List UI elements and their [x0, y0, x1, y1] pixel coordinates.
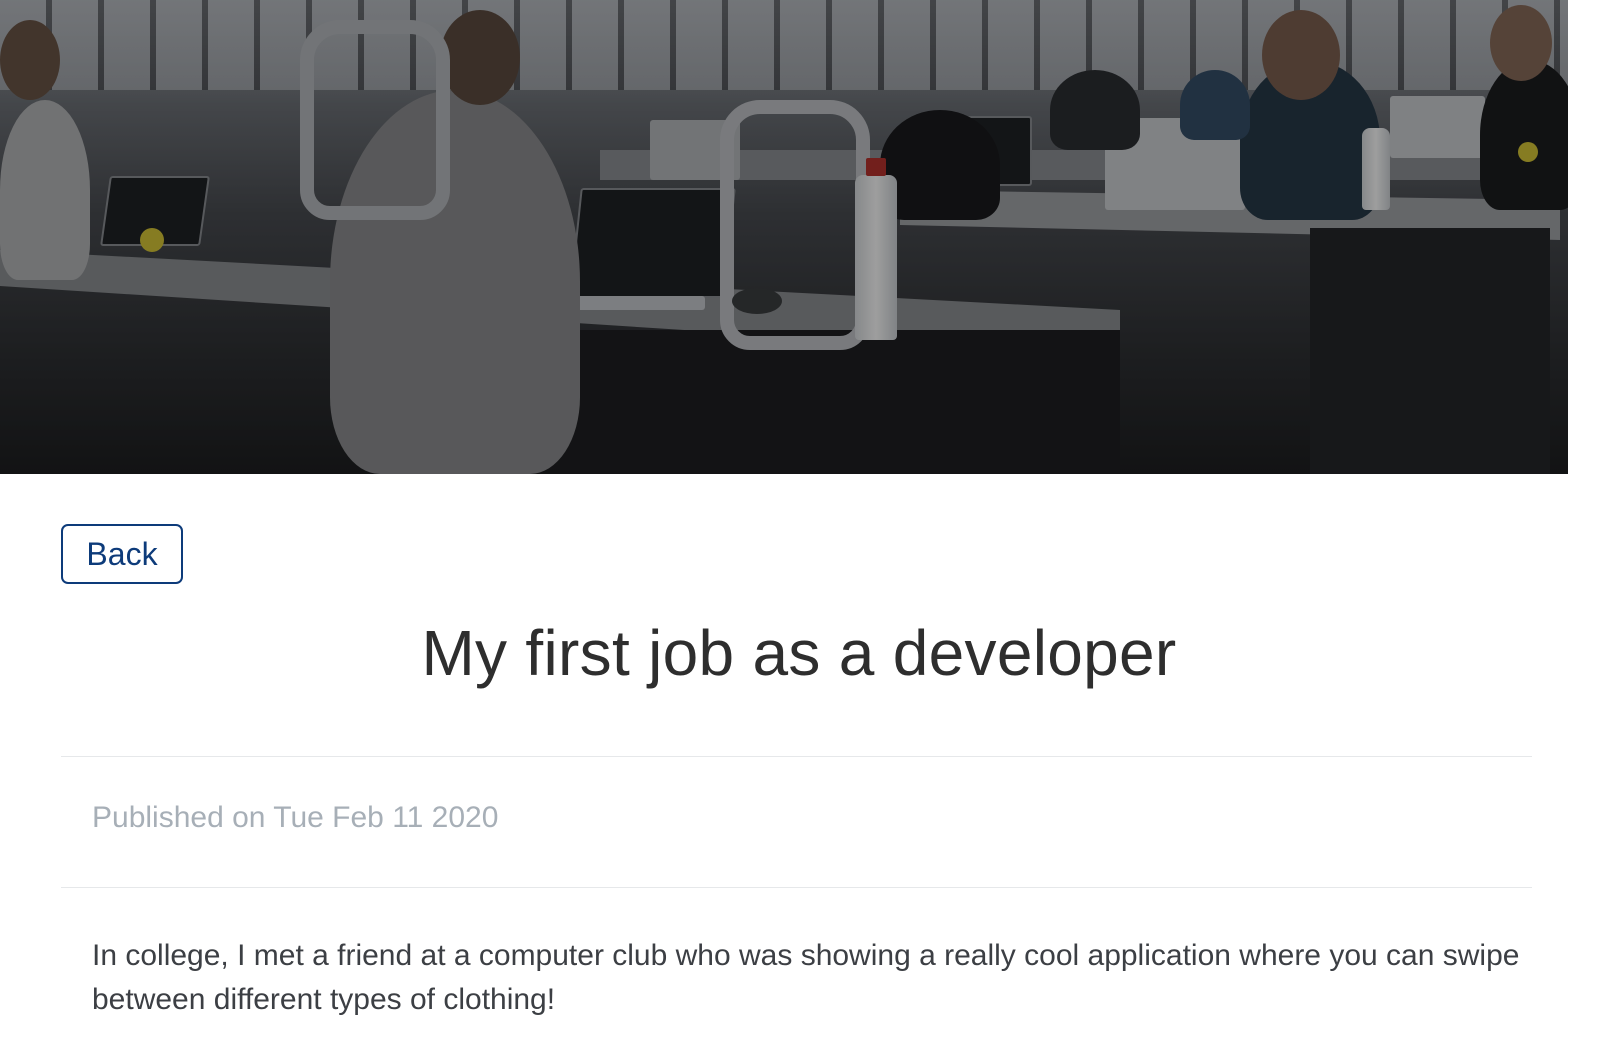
back-button[interactable]: Back [61, 524, 183, 584]
hero-dark-overlay [0, 0, 1568, 474]
divider [61, 756, 1532, 757]
published-date: Published on Tue Feb 11 2020 [92, 801, 499, 834]
divider [61, 887, 1532, 888]
hero-image [0, 0, 1568, 474]
page-title: My first job as a developer [421, 617, 1177, 689]
post-body: In college, I met a friend at a computer… [92, 939, 1520, 1016]
